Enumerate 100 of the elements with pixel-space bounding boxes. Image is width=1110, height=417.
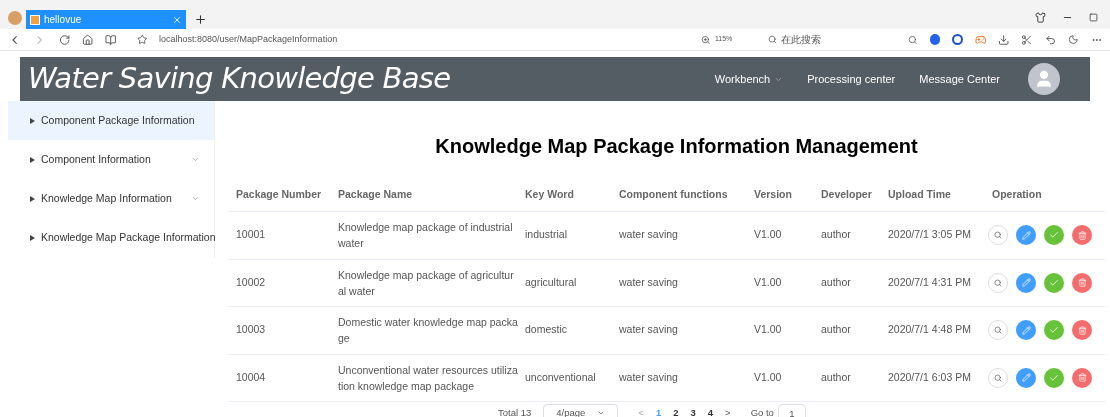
trash-icon — [1077, 278, 1087, 288]
tab-title: hellovue — [44, 13, 83, 27]
page-number[interactable]: 4 — [707, 405, 714, 417]
close-icon[interactable] — [172, 14, 182, 25]
approve-button[interactable] — [1044, 272, 1064, 293]
page-title: Knowledge Map Package Information Management — [434, 134, 919, 159]
approve-button[interactable] — [1044, 225, 1064, 246]
search-icon — [994, 373, 1002, 382]
home-icon[interactable] — [81, 33, 94, 46]
sidebar-item[interactable]: Component Package Information — [8, 101, 214, 140]
pencil-icon — [1021, 278, 1031, 288]
chevron-down-icon — [191, 155, 200, 164]
column-header: Operation — [991, 186, 1043, 202]
edit-button[interactable] — [1016, 320, 1036, 341]
delete-button[interactable] — [1072, 272, 1092, 293]
edit-button[interactable] — [1016, 225, 1036, 246]
column-header: Package Name — [337, 186, 414, 202]
approve-button[interactable] — [1044, 320, 1064, 341]
column-header: Developer — [820, 186, 873, 202]
restore-icon[interactable] — [1089, 13, 1098, 22]
trash-icon — [1077, 230, 1087, 240]
sidebar-item[interactable]: Component Information — [8, 140, 214, 179]
delete-button[interactable] — [1072, 225, 1092, 246]
table-cell-text: 10004 — [235, 369, 267, 385]
extension-icon[interactable] — [929, 34, 941, 45]
check-icon — [1049, 325, 1059, 336]
table-cell-text: V1.00 — [753, 274, 783, 290]
table-cell-text: 2020/7/1 3:05 PM — [887, 227, 972, 243]
favorite-icon[interactable] — [136, 34, 148, 45]
moon-icon[interactable] — [1068, 34, 1079, 45]
pencil-icon — [1021, 325, 1031, 335]
trash-icon — [1077, 325, 1087, 335]
reload-icon[interactable] — [58, 33, 70, 46]
search-icon[interactable] — [908, 34, 918, 45]
column-header: Upload Time — [887, 186, 952, 202]
table-cell-text: V1.00 — [753, 322, 783, 338]
delete-button[interactable] — [1072, 367, 1092, 388]
table-cell-text: 10001 — [235, 227, 267, 243]
nav-item[interactable]: Processing center — [807, 70, 896, 88]
caret-right-icon — [30, 234, 35, 241]
table-cell-text: water saving — [618, 369, 679, 385]
check-icon — [1049, 372, 1059, 383]
column-header: Package Number — [235, 186, 323, 202]
search-field[interactable]: 在此搜索 — [781, 32, 892, 47]
search-icon — [994, 326, 1002, 335]
caret-right-icon — [30, 117, 35, 124]
table-cell-text: water saving — [618, 227, 679, 243]
user-icon — [1034, 69, 1054, 89]
new-tab-icon[interactable] — [194, 13, 207, 26]
table-cell-text: domestic — [524, 322, 568, 338]
nav-item[interactable]: Message Center — [919, 70, 1000, 88]
table-cell-text: 2020/7/1 6:03 PM — [887, 369, 972, 385]
table-cell-text: V1.00 — [753, 227, 783, 243]
page-number[interactable]: 2 — [673, 405, 679, 417]
goto-field[interactable]: 1 — [777, 404, 806, 417]
avatar[interactable] — [1028, 63, 1060, 95]
delete-button[interactable] — [1072, 320, 1092, 341]
total-count: Total 13 — [498, 405, 532, 417]
reader-icon[interactable] — [105, 33, 117, 46]
table-cell-text: 10002 — [235, 274, 267, 290]
table-cell-text: author — [820, 369, 852, 385]
next-page-button[interactable]: > — [725, 405, 731, 417]
skin-icon[interactable] — [1035, 12, 1046, 23]
edit-button[interactable] — [1016, 367, 1036, 388]
table-cell-text: unconventional — [524, 369, 597, 385]
table-cell-text: 2020/7/1 4:31 PM — [887, 274, 972, 290]
table-cell-text: 10003 — [235, 322, 267, 338]
search-icon — [994, 278, 1002, 287]
table-cell-text: Unconventional water resources utiliza tion knowledge map package — [337, 362, 517, 394]
table-cell-text: industrial — [524, 227, 569, 243]
address-bar[interactable]: localhost:8080/user/MapPackageInformation — [159, 32, 690, 47]
sidebar-item[interactable]: Knowledge Map Package Information — [8, 218, 214, 257]
undo-icon[interactable] — [1044, 33, 1057, 46]
column-header: Component functions — [618, 186, 729, 202]
table-cell-text: Knowledge map package of agricultur al water — [337, 267, 515, 299]
extension-icon[interactable] — [952, 34, 963, 45]
browser-logo-icon — [8, 11, 22, 25]
search-icon — [994, 231, 1002, 240]
page-number[interactable]: 3 — [690, 405, 696, 417]
goto-label: Go to — [750, 405, 774, 417]
zoom-icon[interactable] — [701, 34, 711, 45]
scissors-icon[interactable] — [1021, 33, 1033, 46]
table-cell-text: water saving — [618, 322, 679, 338]
table-cell-text: Knowledge map package of industrial water — [337, 220, 514, 252]
approve-button[interactable] — [1044, 367, 1064, 388]
table-cell-text: Domestic water knowledge map packa ge — [337, 315, 517, 347]
nav-item[interactable]: Workbench — [714, 70, 784, 88]
edit-button[interactable] — [1016, 272, 1036, 293]
caret-right-icon — [30, 156, 35, 163]
page-size-select[interactable]: 4/page — [543, 404, 619, 417]
menu-label: Component Information — [41, 151, 151, 167]
table-cell-text: author — [820, 322, 852, 338]
check-icon — [1049, 277, 1059, 288]
table-cell-text: agricultural — [524, 274, 578, 290]
column-header: Version — [753, 186, 793, 202]
table-cell-text: author — [820, 227, 852, 243]
download-icon[interactable] — [998, 33, 1010, 46]
gamepad-icon[interactable] — [974, 33, 987, 46]
sidebar-item[interactable]: Knowledge Map Information — [8, 179, 214, 218]
chevron-down-icon — [191, 194, 200, 203]
